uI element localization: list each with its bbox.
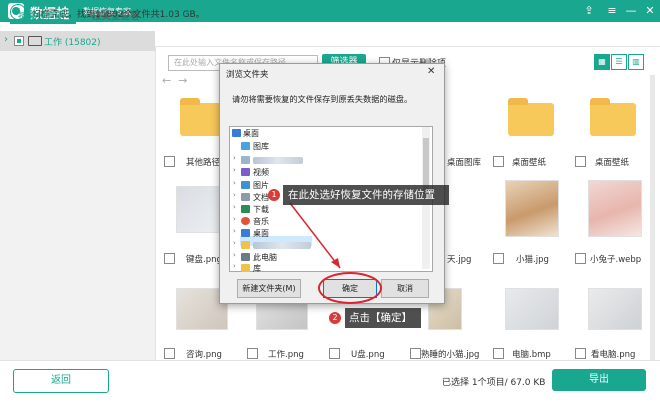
tree-node-gallery[interactable]: 图库 [253, 141, 269, 152]
pictures-icon [241, 181, 250, 189]
file-checkbox[interactable] [493, 348, 504, 359]
annotation-callout-1: 在此处选好恢复文件的存储位置 [283, 185, 449, 205]
file-name: 键盘.png [186, 255, 222, 265]
annotation-number-2: 2 [329, 312, 341, 324]
file-name: U盘.png [351, 350, 385, 360]
selection-info: 已选择 1个项目/ 67.0 KB [442, 378, 546, 388]
cancel-button[interactable]: 取消 [381, 279, 429, 298]
file-name: 小猫.jpg [516, 255, 549, 265]
chevron-right-icon[interactable]: › [233, 262, 236, 270]
file-name: 桌面壁纸 [512, 158, 547, 168]
file-checkbox[interactable] [575, 348, 586, 359]
file-name: 熟睡的小猫.jpg [421, 350, 480, 360]
file-name: 小兔子.webp [590, 255, 642, 265]
file-checkbox[interactable] [493, 253, 504, 264]
tree-node-desktop[interactable]: 桌面 [243, 128, 259, 139]
file-checkbox[interactable] [493, 156, 504, 167]
tree-node-desktop-2[interactable]: 桌面 [253, 228, 269, 239]
file-name: 看电脑.png [591, 350, 636, 360]
active-tab-indicator [10, 22, 76, 24]
annotation-number-1: 1 [268, 189, 280, 201]
chevron-right-icon[interactable]: › [233, 227, 236, 235]
dialog-title: 浏览文件夹 [226, 70, 269, 80]
folder-icon [241, 241, 250, 249]
main-scrollbar[interactable] [650, 75, 655, 360]
this-pc-icon [241, 253, 250, 261]
image-thumbnail[interactable] [588, 180, 642, 237]
file-checkbox[interactable] [247, 348, 258, 359]
annotation-callout-2: 点击【确定】 [345, 308, 421, 328]
tree-item-checkbox[interactable] [14, 36, 24, 46]
close-icon[interactable]: ✕ [643, 4, 657, 18]
chevron-right-icon[interactable]: › [233, 215, 236, 223]
videos-icon [241, 168, 250, 176]
file-name: 其他路径 [186, 158, 221, 168]
sidebar [0, 47, 156, 360]
tab-by-path[interactable]: 按路径查看 [18, 8, 66, 22]
desktop-icon [241, 229, 250, 237]
chevron-right-icon[interactable]: › [233, 191, 236, 199]
tab-by-type[interactable]: 按类型查看 [92, 8, 140, 22]
chevron-right-icon[interactable]: › [233, 166, 236, 174]
chevron-right-icon[interactable]: › [233, 203, 236, 211]
chevron-right-icon[interactable]: › [233, 239, 236, 247]
file-checkbox[interactable] [164, 348, 175, 359]
file-name: 桌面壁纸 [595, 158, 630, 168]
image-thumbnail[interactable] [505, 180, 559, 237]
file-checkbox[interactable] [329, 348, 340, 359]
dialog-message: 请勿将需要恢复的文件保存到原丢失数据的磁盘。 [232, 94, 413, 104]
minimize-icon[interactable]: — [624, 4, 638, 18]
file-name: 桌面图库 [447, 158, 482, 168]
downloads-icon [241, 205, 250, 213]
upgrade-icon[interactable]: ⇪ [582, 4, 596, 18]
tree-node-downloads[interactable]: 下载 [253, 204, 269, 215]
file-checkbox[interactable] [410, 348, 421, 359]
image-thumbnail[interactable] [588, 288, 642, 330]
chevron-right-icon[interactable]: › [233, 251, 236, 259]
tree-item-label: 工作 (15802) [44, 38, 101, 48]
documents-icon [241, 193, 250, 201]
export-button[interactable]: 导出 [552, 369, 646, 391]
grid-view-icon[interactable]: ▦ [594, 54, 610, 70]
tree-node-music[interactable]: 音乐 [253, 216, 269, 227]
file-name: 天.jpg [447, 255, 472, 265]
music-icon [241, 217, 250, 225]
list-view-icon[interactable]: ☰ [611, 54, 627, 70]
dialog-close-icon[interactable]: ✕ [427, 66, 435, 77]
desktop-icon [232, 129, 241, 137]
file-checkbox[interactable] [164, 253, 175, 264]
file-name: 工作.png [268, 350, 304, 360]
tree-node-videos[interactable]: 视频 [253, 167, 269, 178]
tree-node-documents[interactable]: 文档 [253, 192, 269, 203]
user-folder-icon [241, 156, 250, 164]
detail-view-icon[interactable]: ▥ [628, 54, 644, 70]
chevron-right-icon[interactable]: › [233, 154, 236, 162]
gallery-icon [241, 142, 250, 150]
highlight-circle [318, 272, 382, 304]
library-icon [241, 264, 250, 272]
file-checkbox[interactable] [575, 253, 586, 264]
chevron-right-icon[interactable]: › [233, 179, 236, 187]
blurred-folder-name [253, 242, 311, 249]
chevron-right-icon[interactable]: › [4, 34, 8, 45]
drive-icon [28, 36, 42, 46]
blurred-folder-name [253, 157, 303, 164]
file-checkbox[interactable] [575, 156, 586, 167]
menu-icon[interactable]: ≡ [605, 4, 619, 18]
tree-node-library[interactable]: 库 [253, 263, 261, 274]
nav-arrows[interactable]: ← → [162, 74, 187, 87]
tree-node-this-pc[interactable]: 此电脑 [253, 252, 277, 263]
file-name: 电脑.bmp [512, 350, 551, 360]
tree-node-pictures[interactable]: 图片 [253, 180, 269, 191]
folder-icon[interactable] [508, 98, 554, 136]
folder-icon[interactable] [590, 98, 636, 136]
new-folder-button[interactable]: 新建文件夹(M) [237, 279, 301, 298]
file-checkbox[interactable] [164, 156, 175, 167]
image-thumbnail[interactable] [505, 288, 559, 330]
file-name: 咨询.png [186, 350, 222, 360]
back-button[interactable]: 返回 [13, 369, 109, 393]
